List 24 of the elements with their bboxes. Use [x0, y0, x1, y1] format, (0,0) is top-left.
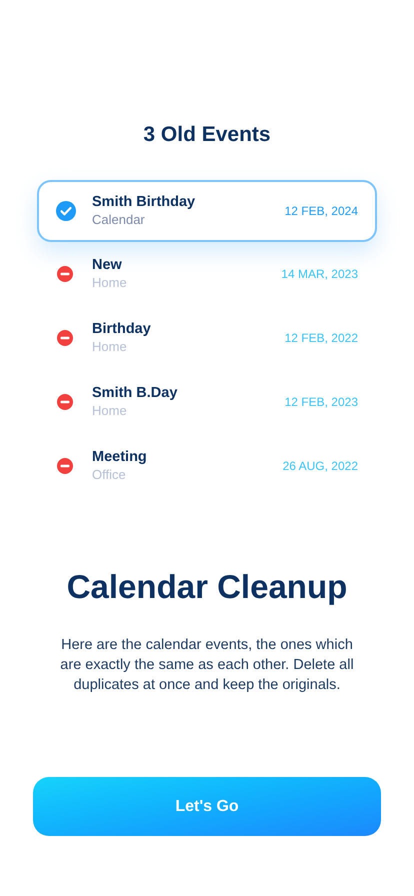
event-title: Meeting — [92, 448, 148, 466]
event-date: 14 MAR, 2023 — [281, 266, 358, 282]
event-date: 12 FEB, 2023 — [284, 394, 358, 410]
heading: Calendar Cleanup — [66, 566, 348, 607]
minus-icon — [57, 458, 73, 474]
event-date: 12 FEB, 2022 — [284, 330, 358, 346]
checkmark-icon — [56, 200, 76, 220]
event-calendar: Home — [92, 402, 128, 420]
description: Here are the calendar events, the ones which are exactly the same as each other. Delete all duplicates at once and keep the originals. — [59, 636, 355, 695]
event-title: Birthday — [92, 320, 152, 338]
event-card[interactable]: Smith Birthday Calendar 12 FEB, 2024 — [37, 180, 377, 242]
minus-icon — [57, 266, 73, 282]
event-calendar: Calendar — [92, 210, 146, 228]
minus-icon — [57, 394, 73, 410]
list-title: 3 Old Events — [143, 122, 271, 148]
event-title: New — [92, 256, 123, 274]
event-calendar: Home — [92, 338, 128, 356]
event-date: 12 FEB, 2024 — [284, 202, 358, 220]
event-date: 26 AUG, 2022 — [282, 458, 358, 474]
event-title: Smith B.Day — [92, 384, 178, 402]
event-calendar: Home — [92, 274, 128, 292]
event-title: Smith Birthday — [92, 192, 196, 210]
minus-icon — [57, 330, 73, 346]
event-calendar: Office — [92, 466, 127, 484]
